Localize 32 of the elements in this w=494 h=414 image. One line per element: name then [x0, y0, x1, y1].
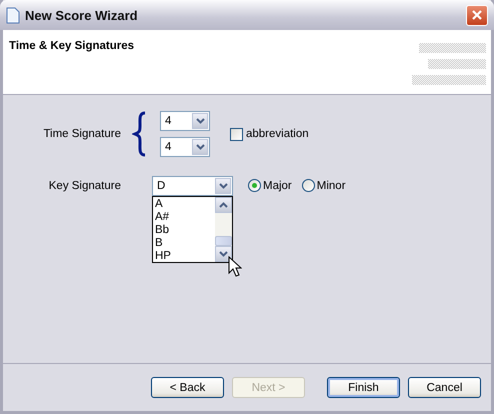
chevron-up-icon — [219, 202, 228, 208]
scrollbar[interactable] — [215, 197, 232, 262]
checkbox[interactable] — [230, 128, 243, 140]
wizard-button[interactable]: Cancel — [408, 377, 481, 398]
chevron-down-icon — [218, 183, 228, 189]
denominator-dropdown[interactable]: 4 — [160, 137, 210, 157]
field-label: Key Signature — [48, 180, 121, 192]
radio-label: Minor — [316, 180, 346, 192]
chevron-down-icon — [196, 144, 204, 150]
radio-button[interactable] — [248, 179, 261, 192]
wizard-button[interactable]: < Back — [151, 377, 224, 398]
radio-label: Major — [263, 180, 292, 192]
chevron-down-icon — [219, 251, 228, 257]
close-icon — [471, 9, 483, 21]
chevron-down-icon — [196, 118, 204, 124]
radio-button[interactable] — [302, 179, 315, 192]
list-option[interactable]: A# — [155, 211, 215, 224]
close-button[interactable] — [466, 4, 488, 26]
brace-icon — [132, 111, 148, 157]
list-option[interactable]: B — [155, 237, 215, 250]
numerator-dropdown[interactable]: 4 — [160, 111, 210, 131]
window-title: New Score Wizard — [25, 8, 139, 22]
list-option[interactable]: A — [155, 198, 215, 211]
scroll-thumb[interactable] — [215, 236, 232, 246]
key-dropdown[interactable]: D — [152, 176, 233, 196]
checkbox-label: abbreviation — [246, 128, 309, 140]
field-label: Time Signature — [42, 128, 121, 140]
document-icon — [6, 6, 20, 24]
list-option[interactable]: Bb — [155, 224, 215, 237]
wizard-button[interactable]: Finish — [327, 377, 400, 398]
page-title: Time & Key Signatures — [9, 40, 134, 54]
list-option[interactable]: HP — [155, 250, 215, 263]
